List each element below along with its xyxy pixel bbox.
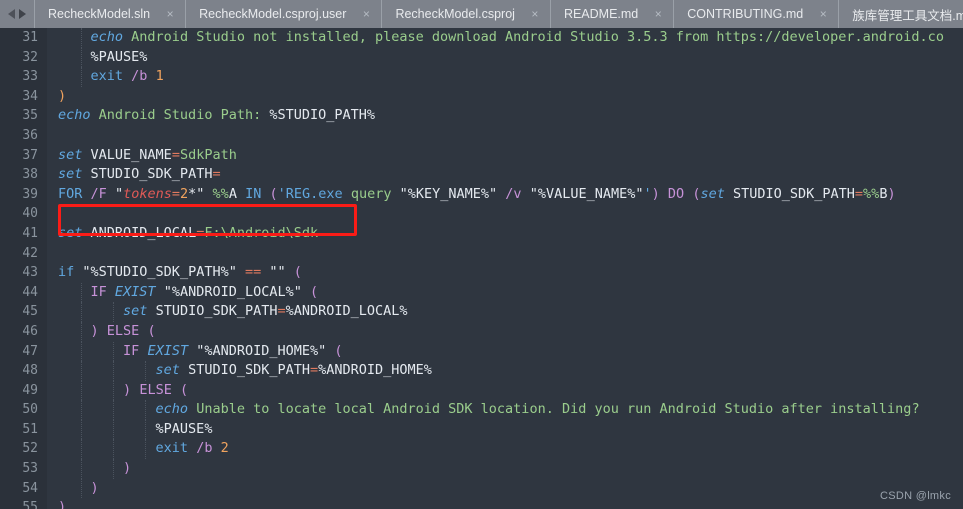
line-number: 36	[0, 125, 47, 146]
line-number: 38	[0, 165, 47, 185]
code-line[interactable]: 38 set STUDIO_SDK_PATH=	[0, 165, 963, 185]
code-line[interactable]: 47 IF EXIST "%ANDROID_HOME%" (	[0, 341, 963, 362]
line-number: 39	[0, 184, 47, 205]
arrow-right-icon[interactable]	[19, 9, 26, 19]
code-text[interactable]: IF EXIST "%ANDROID_LOCAL%" (	[47, 282, 963, 303]
code-text[interactable]	[47, 126, 963, 146]
line-number: 43	[0, 263, 47, 283]
code-text[interactable]: set ANDROID_LOCAL=F:\Android\Sdk	[47, 224, 963, 244]
code-text[interactable]: FOR /F "tokens=2*" %%A IN ('REG.exe quer…	[47, 185, 963, 205]
tab-recheckmodel-sln[interactable]: RecheckModel.sln ×	[34, 0, 185, 28]
tab-zukuguanli-md[interactable]: 族库管理工具文档.md ×	[838, 0, 963, 28]
code-line[interactable]: 44 IF EXIST "%ANDROID_LOCAL%" (	[0, 282, 963, 303]
code-line[interactable]: 53 )	[0, 459, 963, 479]
tab-readme-md[interactable]: README.md ×	[549, 0, 673, 28]
code-text[interactable]	[47, 204, 963, 224]
code-line[interactable]: 37 set VALUE_NAME=SdkPath	[0, 145, 963, 166]
code-text[interactable]: ) ELSE (	[47, 380, 963, 401]
code-line[interactable]: 35 echo Android Studio Path: %STUDIO_PAT…	[0, 106, 963, 126]
code-editor[interactable]: 31 echo Android Studio not installed, pl…	[0, 28, 963, 509]
line-number: 42	[0, 243, 47, 264]
line-number: 41	[0, 223, 47, 244]
close-icon[interactable]: ×	[652, 8, 664, 20]
code-line[interactable]: 43 if "%STUDIO_SDK_PATH%" == "" (	[0, 263, 963, 283]
code-text[interactable]: IF EXIST "%ANDROID_HOME%" (	[47, 341, 963, 362]
code-line[interactable]: 46 ) ELSE (	[0, 321, 963, 342]
code-text[interactable]: set STUDIO_SDK_PATH=	[47, 165, 963, 185]
code-line[interactable]: 33 exit /b 1	[0, 67, 963, 87]
code-text[interactable]: echo Unable to locate local Android SDK …	[47, 400, 963, 420]
tab-label: RecheckModel.sln	[48, 7, 151, 21]
line-number: 45	[0, 302, 47, 322]
code-line[interactable]: 42	[0, 243, 963, 264]
code-text[interactable]: )	[47, 478, 963, 499]
line-number: 31	[0, 28, 47, 48]
line-number: 44	[0, 282, 47, 303]
tab-label: CONTRIBUTING.md	[687, 7, 804, 21]
code-text[interactable]: )	[47, 498, 963, 509]
line-number: 33	[0, 67, 47, 87]
code-text[interactable]	[47, 244, 963, 264]
code-line[interactable]: 31 echo Android Studio not installed, pl…	[0, 28, 963, 48]
code-line[interactable]: 45 set STUDIO_SDK_PATH=%ANDROID_LOCAL%	[0, 302, 963, 322]
watermark: CSDN @lmkc	[880, 490, 951, 502]
code-text[interactable]: )	[47, 87, 963, 107]
line-number: 32	[0, 47, 47, 68]
code-text[interactable]: echo Android Studio not installed, pleas…	[47, 28, 963, 48]
line-number: 35	[0, 106, 47, 126]
line-number: 40	[0, 204, 47, 224]
close-icon[interactable]: ×	[529, 8, 541, 20]
code-text[interactable]: echo Android Studio Path: %STUDIO_PATH%	[47, 106, 963, 126]
line-number: 47	[0, 341, 47, 362]
code-text[interactable]: set VALUE_NAME=SdkPath	[47, 146, 963, 166]
code-text[interactable]: exit /b 1	[47, 67, 963, 87]
code-line[interactable]: 39 FOR /F "tokens=2*" %%A IN ('REG.exe q…	[0, 184, 963, 205]
tab-nav-arrows	[0, 0, 34, 28]
line-number: 49	[0, 380, 47, 401]
code-line[interactable]: 36	[0, 125, 963, 146]
close-icon[interactable]: ×	[817, 8, 829, 20]
line-number: 54	[0, 478, 47, 499]
code-line[interactable]: 51 %PAUSE%	[0, 419, 963, 440]
tab-recheckmodel-csproj[interactable]: RecheckModel.csproj ×	[381, 0, 550, 28]
line-number: 55	[0, 498, 47, 509]
tab-contributing-md[interactable]: CONTRIBUTING.md ×	[673, 0, 838, 28]
code-line[interactable]: 49 ) ELSE (	[0, 380, 963, 401]
code-line[interactable]: 40	[0, 204, 963, 224]
code-text[interactable]: exit /b 2	[47, 439, 963, 460]
code-line[interactable]: 50 echo Unable to locate local Android S…	[0, 400, 963, 420]
code-line[interactable]: 52 exit /b 2	[0, 439, 963, 460]
line-number: 34	[0, 86, 47, 107]
code-line[interactable]: 32 %PAUSE%	[0, 47, 963, 68]
tab-recheckmodel-csproj-user[interactable]: RecheckModel.csproj.user ×	[185, 0, 381, 28]
tab-label: README.md	[563, 7, 639, 21]
close-icon[interactable]: ×	[164, 8, 176, 20]
tab-label: 族库管理工具文档.md	[852, 8, 963, 23]
code-text[interactable]: if "%STUDIO_SDK_PATH%" == "" (	[47, 263, 963, 283]
code-text[interactable]: )	[47, 459, 963, 479]
line-number: 37	[0, 145, 47, 166]
code-text[interactable]: set STUDIO_SDK_PATH=%ANDROID_LOCAL%	[47, 302, 963, 322]
line-number: 50	[0, 400, 47, 420]
line-number: 52	[0, 439, 47, 460]
code-text[interactable]: set STUDIO_SDK_PATH=%ANDROID_HOME%	[47, 361, 963, 381]
code-line-highlighted[interactable]: 41 set ANDROID_LOCAL=F:\Android\Sdk	[0, 223, 963, 244]
editor-tab-bar: RecheckModel.sln × RecheckModel.csproj.u…	[0, 0, 963, 28]
code-line[interactable]: 48 set STUDIO_SDK_PATH=%ANDROID_HOME%	[0, 361, 963, 381]
code-line[interactable]: 54 )	[0, 478, 963, 499]
tab-label: RecheckModel.csproj.user	[199, 7, 347, 21]
code-text[interactable]: ) ELSE (	[47, 321, 963, 342]
line-number: 51	[0, 419, 47, 440]
arrow-left-icon[interactable]	[8, 9, 15, 19]
line-number: 46	[0, 321, 47, 342]
line-number: 48	[0, 361, 47, 381]
code-line[interactable]: 55 )	[0, 498, 963, 509]
tab-label: RecheckModel.csproj	[395, 7, 515, 21]
line-number: 53	[0, 459, 47, 479]
code-line[interactable]: 34 )	[0, 86, 963, 107]
code-text[interactable]: %PAUSE%	[47, 47, 963, 68]
code-text[interactable]: %PAUSE%	[47, 419, 963, 440]
close-icon[interactable]: ×	[360, 8, 372, 20]
